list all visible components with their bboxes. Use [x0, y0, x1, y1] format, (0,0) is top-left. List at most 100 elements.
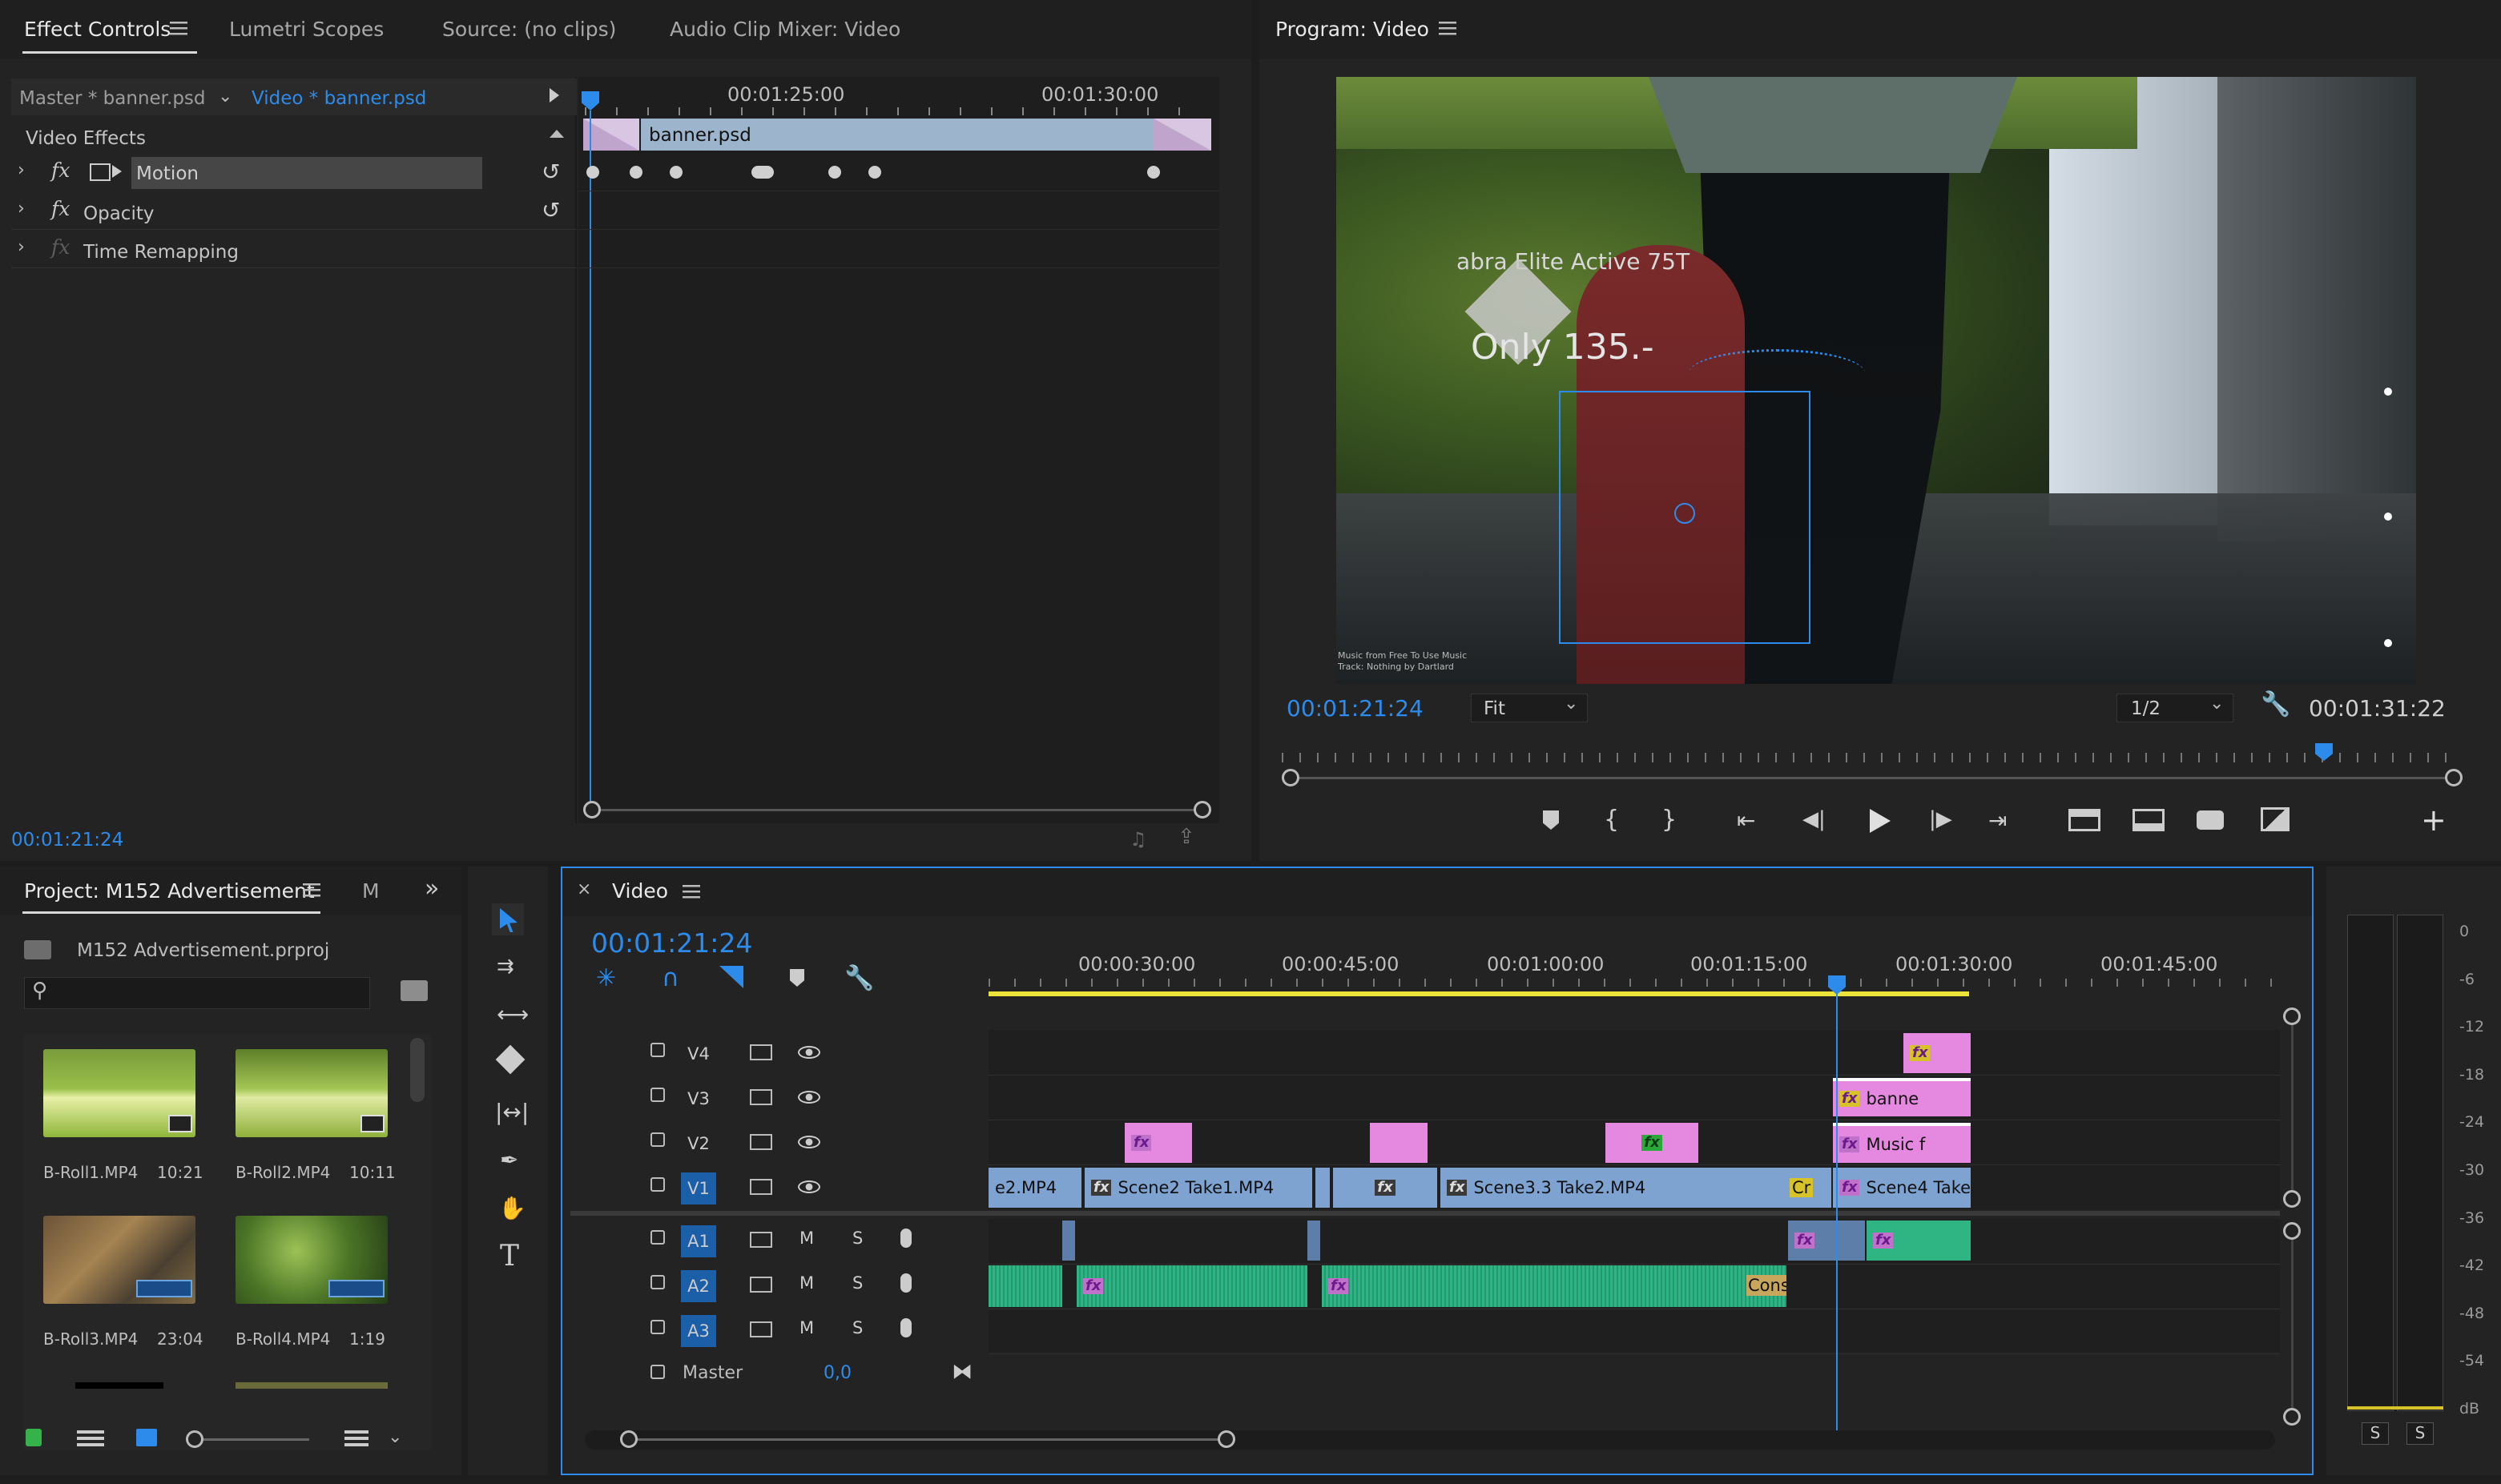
keyframe[interactable]: [868, 166, 881, 179]
solo-button[interactable]: S: [852, 1229, 863, 1248]
expand-opacity-icon[interactable]: ›: [18, 199, 25, 219]
lift-icon[interactable]: [2068, 809, 2100, 831]
reset-icon[interactable]: ↺: [542, 159, 560, 185]
clip-v1-a[interactable]: e2.MP4: [989, 1168, 1081, 1208]
fx-icon[interactable]: fx: [51, 159, 70, 182]
play-icon[interactable]: [1870, 809, 1891, 833]
chevron-down-icon[interactable]: ⌄: [218, 86, 232, 107]
track-lock-icon[interactable]: [650, 1365, 665, 1379]
audio-only-icon[interactable]: ♫: [1130, 828, 1147, 851]
scroll-handle[interactable]: [583, 801, 601, 818]
thumbnail-partial[interactable]: [75, 1382, 163, 1389]
scroll-handle[interactable]: [1194, 801, 1211, 818]
clip-v1-c1[interactable]: fx: [1333, 1168, 1437, 1208]
track-label-a2[interactable]: A2: [681, 1270, 716, 1302]
zoom-slider-handle[interactable]: [186, 1430, 203, 1448]
add-marker-icon[interactable]: [1543, 810, 1559, 830]
snap-magnet-icon[interactable]: ∩: [662, 964, 679, 992]
track-lock-icon[interactable]: [650, 1320, 665, 1334]
new-bin-icon[interactable]: [401, 980, 428, 1001]
eye-icon[interactable]: [798, 1180, 820, 1193]
overflow-tabs-icon[interactable]: »: [425, 875, 439, 903]
track-label-v4[interactable]: V4: [681, 1038, 716, 1070]
anchor-point[interactable]: [1674, 503, 1695, 524]
transform-handle[interactable]: [2384, 639, 2392, 647]
sync-lock-icon[interactable]: [750, 1277, 772, 1293]
extract-icon[interactable]: [2132, 809, 2165, 831]
slip-tool-icon[interactable]: |↔|: [495, 1099, 529, 1125]
track-lock-icon[interactable]: [650, 1177, 665, 1192]
scroll-handle[interactable]: [620, 1430, 638, 1448]
master-volume-value[interactable]: 0,0: [824, 1363, 852, 1383]
solo-button[interactable]: S: [852, 1318, 863, 1337]
tab-media-browser[interactable]: M: [362, 879, 380, 903]
effect-opacity[interactable]: Opacity: [83, 203, 154, 224]
clip-v1-short[interactable]: [1315, 1168, 1330, 1208]
camera-icon[interactable]: [2197, 810, 2224, 830]
effect-time-remapping[interactable]: Time Remapping: [83, 242, 239, 263]
program-timecode[interactable]: 00:01:21:24: [1287, 695, 1424, 722]
motion-path[interactable]: [1689, 349, 1865, 397]
keyframe[interactable]: [1147, 166, 1160, 179]
clip-v3-banner[interactable]: fx banne: [1833, 1078, 1971, 1116]
video-frame[interactable]: abra Elite Active 75T Only 135.- Music f…: [1336, 77, 2416, 684]
microphone-icon[interactable]: [900, 1229, 912, 1248]
keyframe[interactable]: [586, 166, 599, 179]
nest-icon[interactable]: ✳: [596, 964, 616, 992]
ec-zoom-scrollbar[interactable]: [591, 809, 1205, 811]
keyframe[interactable]: [630, 166, 642, 179]
reset-icon[interactable]: ↺: [542, 197, 560, 223]
track-label-v1[interactable]: V1: [681, 1172, 716, 1204]
eye-icon[interactable]: [798, 1091, 820, 1104]
list-view-icon[interactable]: [77, 1430, 104, 1446]
fx-icon[interactable]: fx: [51, 197, 70, 220]
scroll-handle[interactable]: [2445, 769, 2463, 786]
expand-motion-icon[interactable]: ›: [18, 160, 25, 180]
clip-a2-a[interactable]: [989, 1265, 1062, 1307]
clip-v1-cr[interactable]: Cr: [1783, 1168, 1831, 1208]
comparison-view-icon[interactable]: [2261, 807, 2290, 831]
eye-icon[interactable]: [798, 1136, 820, 1148]
effect-motion[interactable]: Motion: [136, 163, 199, 184]
go-to-in-icon[interactable]: ⇤: [1737, 807, 1755, 834]
microphone-icon[interactable]: [900, 1318, 912, 1337]
hamburger-menu-icon[interactable]: [679, 879, 703, 903]
export-icon[interactable]: ⇪: [1178, 825, 1195, 849]
sync-lock-icon[interactable]: [750, 1321, 772, 1337]
clip-a1-a[interactable]: [1062, 1221, 1075, 1261]
clip-v2-a[interactable]: fx: [1125, 1123, 1192, 1163]
clip-v2-b[interactable]: [1370, 1123, 1428, 1163]
solo-right-button[interactable]: S: [2406, 1422, 2434, 1445]
collapse-up-icon[interactable]: [550, 130, 564, 138]
track-lock-icon[interactable]: [650, 1132, 665, 1147]
lock-icon[interactable]: [26, 1429, 42, 1446]
track-lock-icon[interactable]: [650, 1275, 665, 1289]
work-area-bar[interactable]: [989, 991, 1969, 996]
scroll-handle[interactable]: [2283, 1007, 2301, 1025]
mute-button[interactable]: M: [799, 1229, 814, 1248]
clip-v2-c[interactable]: fx: [1605, 1123, 1698, 1163]
ec-timecode[interactable]: 00:01:21:24: [11, 830, 123, 851]
mute-button[interactable]: M: [799, 1273, 814, 1293]
clip-a2-c[interactable]: fx: [1322, 1265, 1786, 1307]
track-lock-icon[interactable]: [650, 1088, 665, 1102]
clip-v1-c[interactable]: fx Scene3.3 Take2.MP4: [1440, 1168, 1783, 1208]
solo-button[interactable]: S: [852, 1273, 863, 1293]
track-select-tool-icon[interactable]: ⇉: [497, 955, 514, 979]
master-clip-label[interactable]: Master * banner.psd: [19, 88, 206, 109]
tab-audio-clip-mixer[interactable]: Audio Clip Mixer: Video: [670, 18, 900, 41]
clip-a1-b[interactable]: [1307, 1221, 1320, 1261]
sync-lock-icon[interactable]: [750, 1134, 772, 1150]
transform-handle[interactable]: [2384, 513, 2392, 521]
close-icon[interactable]: ×: [577, 879, 591, 899]
mark-in-icon[interactable]: {: [1604, 806, 1619, 834]
scroll-handle[interactable]: [2283, 1222, 2301, 1240]
thumbnail-partial[interactable]: [236, 1382, 388, 1389]
sync-lock-icon[interactable]: [750, 1044, 772, 1060]
wrench-icon[interactable]: 🔧: [844, 964, 874, 992]
step-back-icon[interactable]: ◀|: [1802, 807, 1826, 831]
sync-lock-icon[interactable]: [750, 1179, 772, 1195]
track-lock-icon[interactable]: [650, 1230, 665, 1245]
track-label-a3[interactable]: A3: [681, 1315, 716, 1347]
tab-source[interactable]: Source: (no clips): [442, 18, 616, 41]
